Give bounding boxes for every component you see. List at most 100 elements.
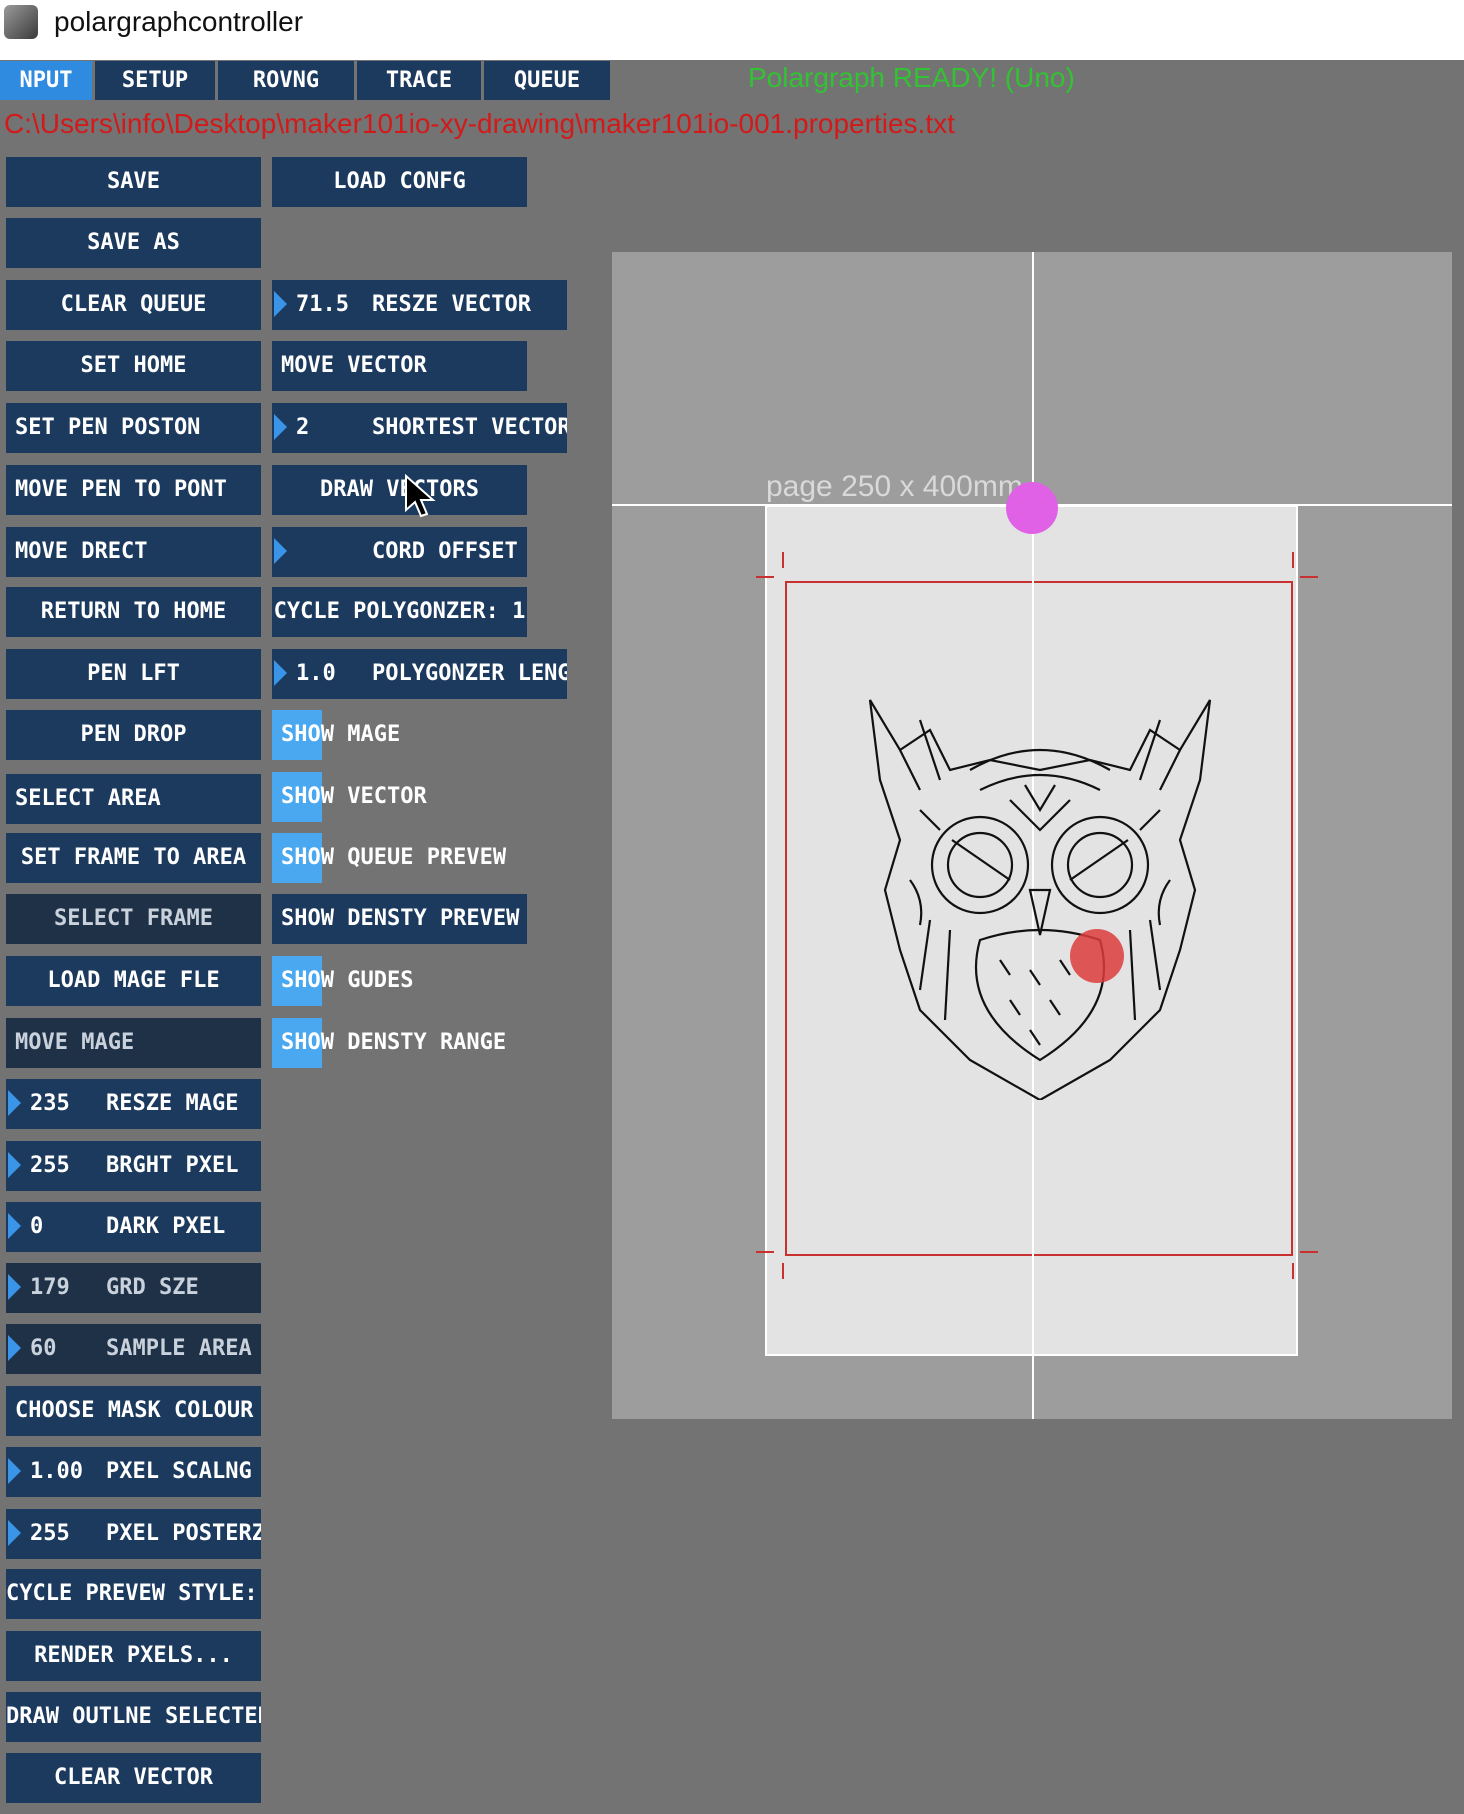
crop-mark bbox=[1300, 1251, 1318, 1253]
show-density-preview-toggle[interactable]: SHOW DENSTY PREVEW bbox=[272, 894, 527, 944]
choose-mask-colour-button[interactable]: CHOOSE MASK COLOUR bbox=[6, 1386, 261, 1436]
show-guides-label: SHOW GUDES bbox=[281, 968, 414, 993]
bright-pixel-control[interactable]: 255 BRGHT PXEL bbox=[6, 1141, 261, 1191]
app-icon bbox=[4, 5, 38, 39]
bright-pixel-value: 255 bbox=[30, 1153, 70, 1178]
draw-vectors-button[interactable]: DRAW VECTORS bbox=[272, 465, 527, 515]
show-density-range-toggle[interactable]: SHOW DENSTY RANGE bbox=[272, 1018, 527, 1068]
sample-area-value: 60 bbox=[30, 1336, 57, 1361]
select-area-button[interactable]: SELECT AREA bbox=[6, 774, 261, 824]
pen-position-marker bbox=[1070, 929, 1124, 983]
show-vector-toggle[interactable]: SHOW VECTOR bbox=[272, 772, 527, 822]
coord-offset-label: CORD OFFSET bbox=[372, 539, 518, 564]
tab-setup[interactable]: SETUP bbox=[95, 61, 215, 100]
dark-pixel-control[interactable]: 0 DARK PXEL bbox=[6, 1202, 261, 1252]
resize-image-control[interactable]: 235 RESZE MAGE bbox=[6, 1079, 261, 1129]
pixel-scaling-label: PXEL SCALNG bbox=[106, 1459, 252, 1484]
resize-vector-value: 71.5 bbox=[296, 292, 349, 317]
show-image-label: SHOW MAGE bbox=[281, 722, 401, 747]
value-arrow-icon bbox=[8, 1458, 21, 1484]
crop-mark bbox=[1292, 552, 1294, 568]
clear-vector-button[interactable]: CLEAR VECTOR bbox=[6, 1753, 261, 1803]
page-size-label: page 250 x 400mm bbox=[766, 470, 1023, 503]
coord-offset-control[interactable]: CORD OFFSET bbox=[272, 527, 527, 577]
polygonizer-length-value: 1.0 bbox=[296, 661, 336, 686]
set-pen-position-button[interactable]: SET PEN POSTON bbox=[6, 403, 261, 453]
show-guides-toggle[interactable]: SHOW GUDES bbox=[272, 956, 527, 1006]
crop-mark bbox=[1300, 576, 1318, 578]
show-vector-label: SHOW VECTOR bbox=[281, 784, 427, 809]
dark-pixel-value: 0 bbox=[30, 1214, 44, 1239]
value-arrow-icon bbox=[274, 291, 287, 317]
crop-mark bbox=[782, 1263, 784, 1279]
polygonizer-length-control[interactable]: 1.0 POLYGONZER LENGTH bbox=[272, 649, 567, 699]
draw-outline-selected-button[interactable]: DRAW OUTLNE SELECTED bbox=[6, 1692, 261, 1742]
cycle-polygonizer-button[interactable]: CYCLE POLYGONZER: 1 bbox=[272, 587, 527, 637]
bright-pixel-label: BRGHT PXEL bbox=[106, 1153, 239, 1178]
value-arrow-icon bbox=[274, 660, 287, 686]
sample-area-control[interactable]: 60 SAMPLE AREA bbox=[6, 1324, 261, 1374]
config-file-path: C:\Users\info\Desktop\maker101io-xy-draw… bbox=[4, 108, 955, 139]
pixel-posterize-control[interactable]: 255 PXEL POSTERZE bbox=[6, 1509, 261, 1559]
pixel-scaling-control[interactable]: 1.00 PXEL SCALNG bbox=[6, 1447, 261, 1497]
show-image-toggle[interactable]: SHOW MAGE bbox=[272, 710, 527, 760]
value-arrow-icon bbox=[8, 1520, 21, 1546]
mouse-cursor-icon bbox=[405, 474, 436, 518]
show-queue-preview-label: SHOW QUEUE PREVEW bbox=[281, 845, 507, 870]
value-arrow-icon bbox=[274, 538, 287, 564]
value-arrow-icon bbox=[8, 1274, 21, 1300]
dark-pixel-label: DARK PXEL bbox=[106, 1214, 226, 1239]
value-arrow-icon bbox=[8, 1090, 21, 1116]
load-image-file-button[interactable]: LOAD MAGE FLE bbox=[6, 956, 261, 1006]
crop-mark bbox=[782, 552, 784, 568]
load-config-button[interactable]: LOAD CONFG bbox=[272, 157, 527, 207]
connection-status: Polargraph READY! (Uno) bbox=[748, 62, 1075, 93]
pen-lift-button[interactable]: PEN LFT bbox=[6, 649, 261, 699]
save-button[interactable]: SAVE bbox=[6, 157, 261, 207]
tab-queue[interactable]: QUEUE bbox=[484, 61, 610, 100]
crop-mark bbox=[756, 576, 774, 578]
show-queue-preview-toggle[interactable]: SHOW QUEUE PREVEW bbox=[272, 833, 527, 883]
move-pen-to-point-button[interactable]: MOVE PEN TO PONT bbox=[6, 465, 261, 515]
cycle-preview-style-button[interactable]: CYCLE PREVEW STYLE: 0 bbox=[6, 1569, 261, 1619]
tab-roving[interactable]: ROVNG bbox=[218, 61, 354, 100]
grid-size-control[interactable]: 179 GRD SZE bbox=[6, 1263, 261, 1313]
grid-size-label: GRD SZE bbox=[106, 1275, 199, 1300]
shortest-vector-value: 2 bbox=[296, 415, 310, 440]
return-to-home-button[interactable]: RETURN TO HOME bbox=[6, 587, 261, 637]
machine-home-marker[interactable] bbox=[1006, 482, 1058, 534]
shortest-vector-label: SHORTEST VECTOR bbox=[372, 415, 567, 440]
pixel-posterize-value: 255 bbox=[30, 1521, 70, 1546]
sample-area-label: SAMPLE AREA bbox=[106, 1336, 252, 1361]
select-frame-button[interactable]: SELECT FRAME bbox=[6, 894, 261, 944]
polygonizer-length-label: POLYGONZER LENGTH bbox=[372, 661, 567, 686]
resize-vector-control[interactable]: 71.5 RESZE VECTOR bbox=[272, 280, 567, 330]
window-titlebar: polargraphcontroller bbox=[0, 0, 1464, 60]
set-home-button[interactable]: SET HOME bbox=[6, 341, 261, 391]
show-density-range-label: SHOW DENSTY RANGE bbox=[281, 1030, 507, 1055]
render-pixels-button[interactable]: RENDER PXELS... bbox=[6, 1631, 261, 1681]
move-direct-button[interactable]: MOVE DRECT bbox=[6, 527, 261, 577]
set-frame-to-area-button[interactable]: SET FRAME TO AREA bbox=[6, 833, 261, 883]
resize-image-value: 235 bbox=[30, 1091, 70, 1116]
value-arrow-icon bbox=[8, 1213, 21, 1239]
tab-input[interactable]: NPUT bbox=[0, 61, 92, 100]
resize-image-label: RESZE MAGE bbox=[106, 1091, 239, 1116]
grid-size-value: 179 bbox=[30, 1275, 70, 1300]
show-density-preview-label: SHOW DENSTY PREVEW bbox=[281, 906, 520, 931]
tab-trace[interactable]: TRACE bbox=[357, 61, 481, 100]
move-vector-button[interactable]: MOVE VECTOR bbox=[272, 341, 527, 391]
value-arrow-icon bbox=[8, 1335, 21, 1361]
clear-queue-button[interactable]: CLEAR QUEUE bbox=[6, 280, 261, 330]
crop-mark bbox=[756, 1251, 774, 1253]
shortest-vector-control[interactable]: 2 SHORTEST VECTOR bbox=[272, 403, 567, 453]
pen-drop-button[interactable]: PEN DROP bbox=[6, 710, 261, 760]
vector-drawing-owl bbox=[868, 699, 1212, 1100]
pixel-scaling-value: 1.00 bbox=[30, 1459, 83, 1484]
resize-vector-label: RESZE VECTOR bbox=[372, 292, 531, 317]
pixel-posterize-label: PXEL POSTERZE bbox=[106, 1521, 261, 1546]
move-image-button[interactable]: MOVE MAGE bbox=[6, 1018, 261, 1068]
value-arrow-icon bbox=[8, 1152, 21, 1178]
crop-mark bbox=[1292, 1263, 1294, 1279]
save-as-button[interactable]: SAVE AS bbox=[6, 218, 261, 268]
